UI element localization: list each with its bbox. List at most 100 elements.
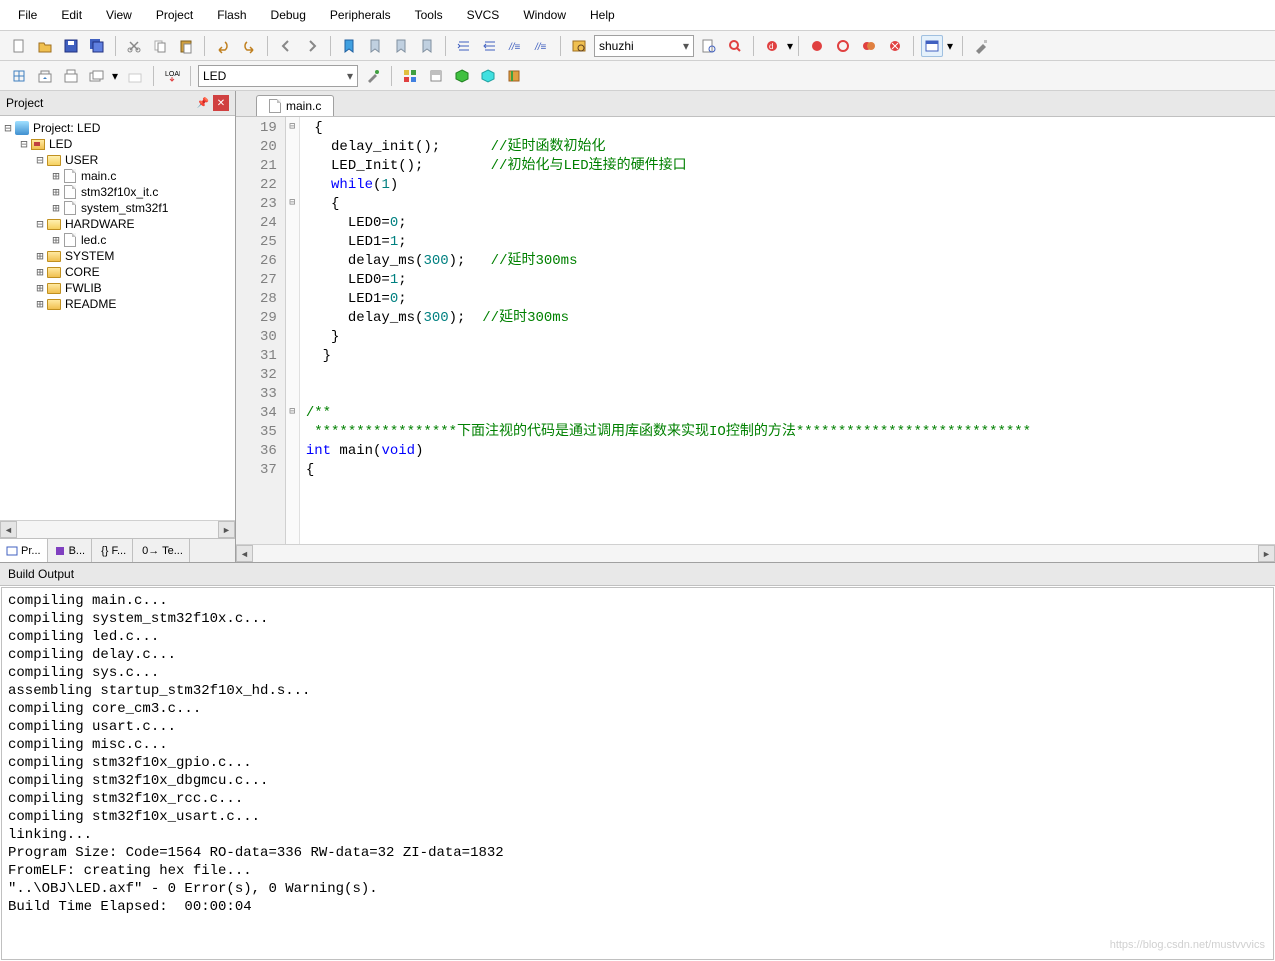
new-file-icon[interactable] — [8, 35, 30, 57]
tree-toggle[interactable]: ⊟ — [2, 121, 14, 135]
configure-icon[interactable] — [970, 35, 992, 57]
tree-toggle[interactable]: ⊞ — [34, 297, 46, 311]
fold-toggle[interactable]: ⊟ — [286, 402, 299, 421]
menu-project[interactable]: Project — [146, 4, 203, 26]
project-tree[interactable]: ⊟Project: LED⊟LED⊟USER⊞main.c⊞stm32f10x_… — [0, 116, 235, 520]
tree-group-fwlib[interactable]: ⊞FWLIB — [2, 280, 233, 296]
books-icon[interactable] — [503, 65, 525, 87]
dropdown-arrow[interactable]: ▾ — [112, 69, 120, 83]
project-bottom-tab-1[interactable]: B... — [48, 539, 93, 562]
menu-edit[interactable]: Edit — [51, 4, 92, 26]
menu-window[interactable]: Window — [513, 4, 576, 26]
build-icon[interactable] — [34, 65, 56, 87]
dropdown-arrow[interactable]: ▾ — [947, 39, 955, 53]
tree-group-readme[interactable]: ⊞README — [2, 296, 233, 312]
menu-svcs[interactable]: SVCS — [457, 4, 510, 26]
fold-toggle[interactable]: ⊟ — [286, 193, 299, 212]
incremental-find-icon[interactable] — [724, 35, 746, 57]
pin-icon[interactable]: 📌 — [195, 95, 211, 111]
menu-tools[interactable]: Tools — [405, 4, 453, 26]
tree-group-core[interactable]: ⊞CORE — [2, 264, 233, 280]
tree-group-hardware[interactable]: ⊟HARDWARE — [2, 216, 233, 232]
select-software-packs-icon[interactable] — [425, 65, 447, 87]
forward-icon[interactable] — [301, 35, 323, 57]
download-icon[interactable]: LOAD — [161, 65, 183, 87]
menu-flash[interactable]: Flash — [207, 4, 256, 26]
tree-root[interactable]: ⊟Project: LED — [2, 120, 233, 136]
find-icon[interactable] — [568, 35, 590, 57]
bookmark-clear-icon[interactable] — [416, 35, 438, 57]
dropdown-arrow[interactable]: ▾ — [787, 39, 791, 53]
menu-debug[interactable]: Debug — [261, 4, 316, 26]
pack-icon[interactable] — [477, 65, 499, 87]
scroll-track[interactable] — [253, 545, 1258, 562]
tree-file[interactable]: ⊞system_stm32f1 — [2, 200, 233, 216]
hscrollbar[interactable]: ◄ ► — [0, 520, 235, 538]
breakpoint-icon[interactable] — [806, 35, 828, 57]
project-bottom-tab-2[interactable]: {} F... — [92, 539, 133, 562]
breakpoint-kill-icon[interactable] — [858, 35, 880, 57]
pack-installer-icon[interactable] — [451, 65, 473, 87]
tree-target[interactable]: ⊟LED — [2, 136, 233, 152]
tree-group-user[interactable]: ⊟USER — [2, 152, 233, 168]
tree-group-system[interactable]: ⊞SYSTEM — [2, 248, 233, 264]
copy-icon[interactable] — [149, 35, 171, 57]
fold-column[interactable]: ⊟ ⊟ ⊟ — [286, 117, 300, 544]
tree-file[interactable]: ⊞main.c — [2, 168, 233, 184]
tree-toggle[interactable]: ⊞ — [34, 249, 46, 263]
debug-icon[interactable]: d — [761, 35, 783, 57]
menu-peripherals[interactable]: Peripherals — [320, 4, 401, 26]
undo-icon[interactable] — [212, 35, 234, 57]
tree-file[interactable]: ⊞stm32f10x_it.c — [2, 184, 233, 200]
tree-toggle[interactable]: ⊞ — [50, 233, 62, 247]
tree-toggle[interactable]: ⊞ — [34, 281, 46, 295]
tree-file[interactable]: ⊞led.c — [2, 232, 233, 248]
rebuild-icon[interactable] — [60, 65, 82, 87]
tree-toggle[interactable]: ⊞ — [34, 265, 46, 279]
bookmark-icon[interactable] — [338, 35, 360, 57]
tree-toggle[interactable]: ⊞ — [50, 201, 62, 215]
breakpoint-disable-icon[interactable] — [832, 35, 854, 57]
scroll-right-icon[interactable]: ► — [218, 521, 235, 538]
menu-help[interactable]: Help — [580, 4, 625, 26]
scroll-track[interactable] — [17, 521, 218, 538]
breakpoint-access-icon[interactable] — [884, 35, 906, 57]
open-file-icon[interactable] — [34, 35, 56, 57]
project-bottom-tab-0[interactable]: Pr... — [0, 539, 48, 562]
editor-tab-main[interactable]: main.c — [256, 95, 334, 116]
scroll-left-icon[interactable]: ◄ — [236, 545, 253, 562]
indent-icon[interactable] — [453, 35, 475, 57]
bookmark-next-icon[interactable] — [390, 35, 412, 57]
stop-build-icon[interactable] — [124, 65, 146, 87]
fold-toggle[interactable]: ⊟ — [286, 117, 299, 136]
manage-rte-icon[interactable] — [399, 65, 421, 87]
translate-icon[interactable] — [8, 65, 30, 87]
editor-body[interactable]: 19202122232425262728293031323334353637 ⊟… — [236, 117, 1275, 544]
window-icon[interactable] — [921, 35, 943, 57]
menu-file[interactable]: File — [8, 4, 47, 26]
editor-hscrollbar[interactable]: ◄ ► — [236, 544, 1275, 562]
redo-icon[interactable] — [238, 35, 260, 57]
close-icon[interactable]: ✕ — [213, 95, 229, 111]
tree-toggle[interactable]: ⊟ — [18, 137, 30, 151]
cut-icon[interactable] — [123, 35, 145, 57]
tree-toggle[interactable]: ⊞ — [50, 169, 62, 183]
tree-toggle[interactable]: ⊟ — [34, 217, 46, 231]
code-content[interactable]: { delay_init(); //延时函数初始化 LED_Init(); //… — [300, 117, 1037, 544]
menu-view[interactable]: View — [96, 4, 142, 26]
uncomment-icon[interactable]: //≡ — [531, 35, 553, 57]
save-icon[interactable] — [60, 35, 82, 57]
find-in-files-icon[interactable] — [698, 35, 720, 57]
save-all-icon[interactable] — [86, 35, 108, 57]
tree-toggle[interactable]: ⊟ — [34, 153, 46, 167]
target-combo[interactable]: LED▾ — [198, 65, 358, 87]
project-bottom-tab-3[interactable]: 0→ Te... — [133, 539, 190, 562]
target-options-icon[interactable] — [362, 65, 384, 87]
find-combo[interactable]: shuzhi▾ — [594, 35, 694, 57]
bookmark-prev-icon[interactable] — [364, 35, 386, 57]
comment-icon[interactable]: //≡ — [505, 35, 527, 57]
scroll-right-icon[interactable]: ► — [1258, 545, 1275, 562]
build-output-body[interactable]: compiling main.c...compiling system_stm3… — [1, 587, 1274, 960]
unindent-icon[interactable] — [479, 35, 501, 57]
paste-icon[interactable] — [175, 35, 197, 57]
